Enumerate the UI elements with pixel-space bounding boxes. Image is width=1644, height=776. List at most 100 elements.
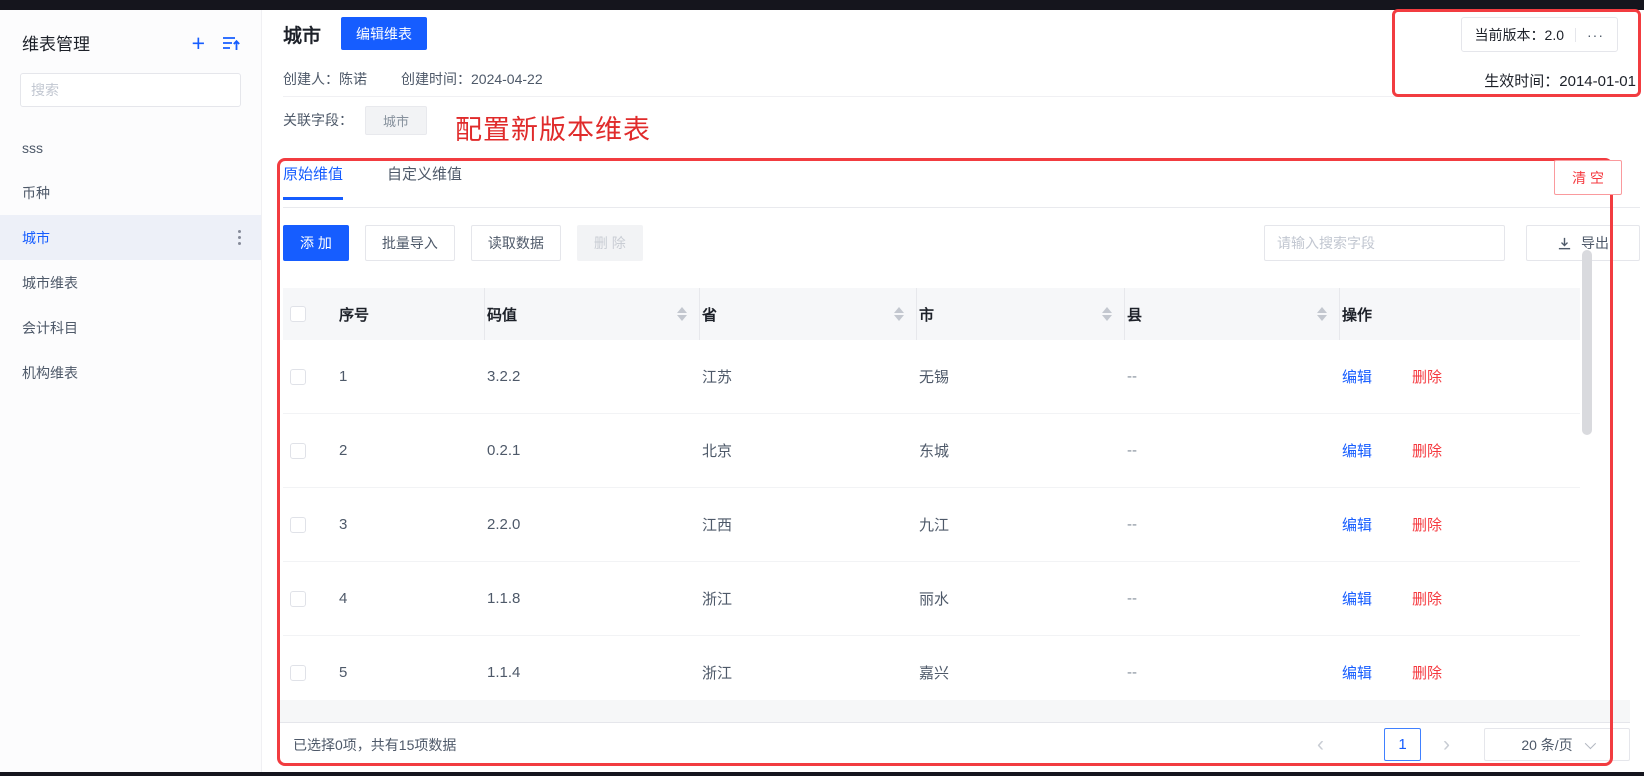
cell-city: 九江 xyxy=(917,514,1125,535)
sort-icon[interactable] xyxy=(677,307,687,321)
add-dimension-icon[interactable]: + xyxy=(192,33,205,53)
row-checkbox[interactable] xyxy=(290,369,306,385)
related-field-label: 关联字段： xyxy=(283,110,353,130)
sidebar-header: 维表管理 + xyxy=(0,10,261,71)
page-title: 城市 xyxy=(283,21,321,48)
row-checkbox[interactable] xyxy=(290,517,306,533)
clear-button[interactable]: 清 空 xyxy=(1554,160,1622,195)
next-page-icon[interactable]: › xyxy=(1435,734,1458,755)
effective-time-text: 生效时间：2014-01-01 xyxy=(1484,70,1636,91)
related-field-tag: 城市 xyxy=(365,106,427,135)
row-checkbox[interactable] xyxy=(290,591,306,607)
table-toolbar: 添 加 批量导入 读取数据 删 除 xyxy=(283,225,643,261)
current-version-button[interactable]: 当前版本：2.0 ··· xyxy=(1461,17,1618,52)
window-bottom-edge xyxy=(0,772,1644,776)
current-page-button[interactable]: 1 xyxy=(1384,728,1421,761)
table-row: 4 1.1.8 浙江 丽水 -- 编辑 删除 xyxy=(283,562,1580,636)
download-icon xyxy=(1557,236,1572,251)
delete-row-link[interactable]: 删除 xyxy=(1412,514,1442,535)
table-scrollbar-thumb[interactable] xyxy=(1582,250,1592,435)
sort-icon[interactable] xyxy=(1317,307,1327,321)
created-time-text: 创建时间：2024-04-22 xyxy=(401,71,543,87)
add-button[interactable]: 添 加 xyxy=(283,225,349,261)
page-size-select[interactable]: 20 条/页 xyxy=(1484,728,1630,761)
cell-province: 北京 xyxy=(700,440,917,461)
cell-no: 2 xyxy=(337,442,485,459)
delete-row-link[interactable]: 删除 xyxy=(1412,440,1442,461)
related-field-row: 关联字段： 城市 xyxy=(283,105,427,135)
more-actions-icon[interactable] xyxy=(234,226,245,249)
column-header-city: 市 xyxy=(919,304,934,325)
table-search-placeholder: 请输入搜索字段 xyxy=(1277,233,1375,253)
version-separator xyxy=(1575,28,1576,42)
row-checkbox[interactable] xyxy=(290,665,306,681)
sidebar-search-input[interactable]: 搜索 xyxy=(20,73,241,107)
edit-row-link[interactable]: 编辑 xyxy=(1342,588,1372,609)
chevron-down-icon xyxy=(1584,737,1595,748)
column-header-county: 县 xyxy=(1127,304,1142,325)
delete-row-link[interactable]: 删除 xyxy=(1412,366,1442,387)
row-checkbox[interactable] xyxy=(290,443,306,459)
sidebar-item-sss[interactable]: sss xyxy=(0,125,261,170)
sidebar-item-label: 币种 xyxy=(22,183,50,203)
cell-county: -- xyxy=(1125,590,1340,607)
sidebar-item-label: sss xyxy=(22,140,43,156)
sidebar-item-label: 会计科目 xyxy=(22,318,78,338)
cell-province: 浙江 xyxy=(700,662,917,683)
sort-icon[interactable] xyxy=(1102,307,1112,321)
cell-code: 1.1.8 xyxy=(485,590,700,607)
sidebar-item-label: 城市维表 xyxy=(22,273,78,293)
sidebar-item-org-dim[interactable]: 机构维表 xyxy=(0,350,261,395)
app-window: 维表管理 + 搜索 sss 币种 城市 城市维表 会计科目 机构维表 xyxy=(0,0,1644,776)
meta-line: 创建人：陈诺创建时间：2024-04-22 xyxy=(283,69,543,89)
cell-city: 丽水 xyxy=(917,588,1125,609)
read-data-button[interactable]: 读取数据 xyxy=(471,225,561,261)
column-header-code: 码值 xyxy=(487,304,517,325)
cell-code: 0.2.1 xyxy=(485,442,700,459)
sidebar-item-currency[interactable]: 币种 xyxy=(0,170,261,215)
delete-button[interactable]: 删 除 xyxy=(577,225,643,261)
sidebar-search-placeholder: 搜索 xyxy=(31,80,59,100)
cell-city: 无锡 xyxy=(917,366,1125,387)
page-size-value: 20 条/页 xyxy=(1521,735,1572,755)
cell-province: 江西 xyxy=(700,514,917,535)
cell-province: 浙江 xyxy=(700,588,917,609)
edit-row-link[interactable]: 编辑 xyxy=(1342,366,1372,387)
table-search-input[interactable]: 请输入搜索字段 xyxy=(1264,225,1505,261)
cell-county: -- xyxy=(1125,516,1340,533)
table-row: 5 1.1.4 浙江 嘉兴 -- 编辑 删除 xyxy=(283,636,1580,702)
edit-row-link[interactable]: 编辑 xyxy=(1342,662,1372,683)
batch-import-button[interactable]: 批量导入 xyxy=(365,225,455,261)
version-more-icon[interactable]: ··· xyxy=(1587,27,1604,43)
cell-city: 东城 xyxy=(917,440,1125,461)
current-version-text: 当前版本：2.0 xyxy=(1475,25,1564,45)
cell-no: 5 xyxy=(337,664,485,681)
sidebar-item-label: 机构维表 xyxy=(22,363,78,383)
main-content: 城市 编辑维表 创建人：陈诺创建时间：2024-04-22 关联字段： 城市 配… xyxy=(263,10,1644,772)
select-all-checkbox[interactable] xyxy=(290,306,306,322)
selection-summary: 已选择0项，共有15项数据 xyxy=(293,735,456,755)
sidebar-item-city-dim[interactable]: 城市维表 xyxy=(0,260,261,305)
pagination: ‹ 1 › 20 条/页 xyxy=(1309,728,1630,761)
sidebar-item-accounting[interactable]: 会计科目 xyxy=(0,305,261,350)
cell-no: 3 xyxy=(337,516,485,533)
delete-row-link[interactable]: 删除 xyxy=(1412,662,1442,683)
tab-original-values[interactable]: 原始维值 xyxy=(283,163,343,200)
window-top-edge xyxy=(0,0,1644,10)
cell-no: 4 xyxy=(337,590,485,607)
sort-icon[interactable] xyxy=(894,307,904,321)
prev-page-icon[interactable]: ‹ xyxy=(1309,734,1332,755)
cell-code: 1.1.4 xyxy=(485,664,700,681)
edit-dimension-button[interactable]: 编辑维表 xyxy=(341,17,427,50)
sort-list-icon[interactable] xyxy=(221,33,241,53)
tab-divider xyxy=(283,207,1640,208)
edit-row-link[interactable]: 编辑 xyxy=(1342,514,1372,535)
delete-row-link[interactable]: 删除 xyxy=(1412,588,1442,609)
column-header-actions: 操作 xyxy=(1342,304,1372,325)
data-table: 序号 码值 省 市 县 操作 1 3.2.2 江苏 无锡 -- xyxy=(283,288,1580,702)
tab-custom-values[interactable]: 自定义维值 xyxy=(387,163,462,200)
table-row: 3 2.2.0 江西 九江 -- 编辑 删除 xyxy=(283,488,1580,562)
edit-row-link[interactable]: 编辑 xyxy=(1342,440,1372,461)
sidebar-item-city[interactable]: 城市 xyxy=(0,215,261,260)
sidebar: 维表管理 + 搜索 sss 币种 城市 城市维表 会计科目 机构维表 xyxy=(0,10,262,772)
